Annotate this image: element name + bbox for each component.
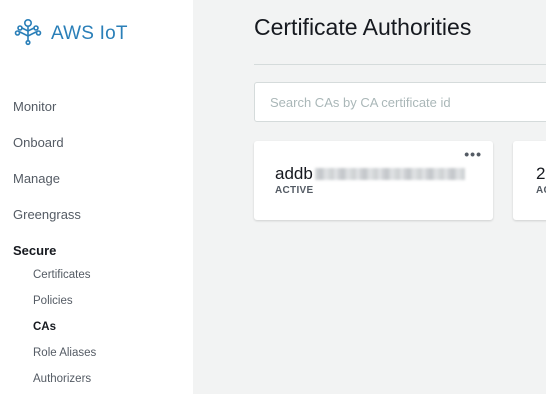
ca-id: addb xyxy=(275,164,465,184)
ca-card[interactable]: ••• addb ACTIVE xyxy=(254,141,493,220)
sub-item-policies[interactable]: Policies xyxy=(33,295,73,307)
nav-item-monitor[interactable]: Monitor xyxy=(13,99,56,114)
ca-card[interactable]: 2 AC xyxy=(513,141,546,220)
search-input[interactable] xyxy=(255,83,546,121)
ellipsis-icon[interactable]: ••• xyxy=(464,147,482,161)
sidebar: AWS IoT Monitor Onboard Manage Greengras… xyxy=(0,0,193,394)
ca-id-redacted xyxy=(314,168,465,180)
search-box xyxy=(254,82,546,122)
nav-item-greengrass[interactable]: Greengrass xyxy=(13,207,81,222)
ca-id-prefix: addb xyxy=(275,164,313,183)
ca-id-prefix: 2 xyxy=(536,164,546,183)
nav-item-onboard[interactable]: Onboard xyxy=(13,135,64,150)
nav-item-manage[interactable]: Manage xyxy=(13,171,60,186)
sub-item-cas[interactable]: CAs xyxy=(33,321,56,333)
brand-logo[interactable]: AWS IoT xyxy=(12,15,128,52)
ca-status: AC xyxy=(536,185,546,196)
ca-id: 2 xyxy=(536,164,545,184)
main-content: Certificate Authorities ••• addb ACTIVE … xyxy=(193,0,546,394)
sub-item-authorizers[interactable]: Authorizers xyxy=(33,373,91,385)
page-title: Certificate Authorities xyxy=(254,14,472,40)
sub-item-role-aliases[interactable]: Role Aliases xyxy=(33,347,96,359)
ca-status: ACTIVE xyxy=(275,185,314,196)
nav-item-secure[interactable]: Secure xyxy=(13,243,56,258)
sub-item-certificates[interactable]: Certificates xyxy=(33,269,91,281)
aws-iot-logo-icon xyxy=(12,15,44,52)
title-divider xyxy=(254,64,546,65)
brand-name: AWS IoT xyxy=(51,22,128,44)
